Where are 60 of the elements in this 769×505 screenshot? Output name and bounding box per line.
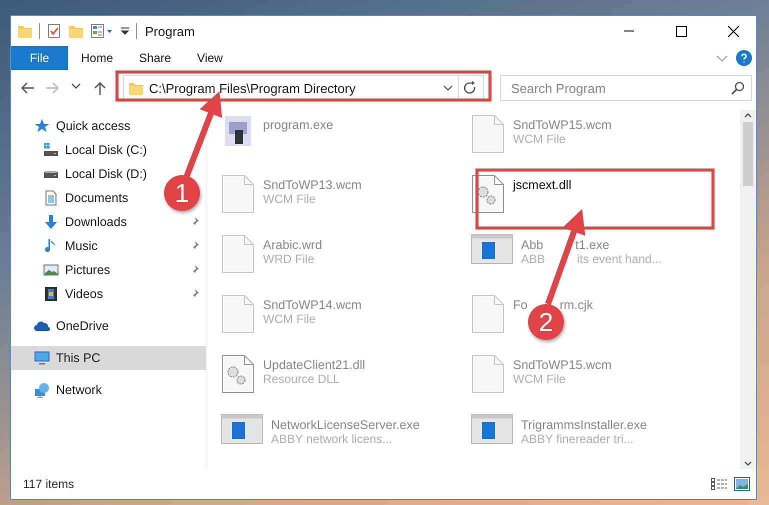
application-window-icon[interactable] <box>471 414 513 444</box>
back-icon <box>20 81 36 95</box>
ribbon-tab[interactable]: View <box>184 46 236 70</box>
help-icon[interactable] <box>736 50 752 66</box>
file-type: WCM File <box>513 132 566 146</box>
address-bar[interactable]: C:\Program Files\Program Directory <box>123 75 484 101</box>
picture-icon <box>43 262 59 278</box>
file-type: ABBY network licens... <box>271 432 392 446</box>
nav-item[interactable]: This PC <box>11 346 206 370</box>
nav-item[interactable]: Downloads <box>11 210 206 234</box>
nav-item[interactable]: Network <box>11 378 106 402</box>
search-icon <box>731 81 745 95</box>
nav-item[interactable]: Local Disk (D:) <box>11 162 151 186</box>
checklist-icon[interactable] <box>46 23 62 39</box>
file-type: WCM File <box>263 312 316 326</box>
window-title: Program <box>145 24 196 38</box>
file-name[interactable]: jscmext.dll <box>513 178 572 192</box>
large-icons-view-icon[interactable] <box>734 477 750 491</box>
ribbon-tab[interactable]: Home <box>68 46 126 70</box>
properties-icon[interactable] <box>90 23 114 39</box>
file-type: WCM File <box>513 372 566 386</box>
star-icon <box>34 118 50 134</box>
file-type: WCM File <box>263 192 316 206</box>
drive-icon <box>43 142 59 158</box>
details-view-icon[interactable] <box>710 477 728 491</box>
forward-icon <box>44 81 60 95</box>
maximize-icon <box>676 26 686 36</box>
nav-item[interactable]: Pictures <box>11 258 206 282</box>
settings-file-icon[interactable] <box>471 174 505 214</box>
file-type: WRD File <box>263 252 314 266</box>
application-window-icon[interactable] <box>471 234 513 264</box>
nav-item[interactable]: Local Disk (C:) <box>11 138 206 162</box>
scroll-thumb[interactable] <box>743 122 753 186</box>
download-arrow-icon <box>43 214 59 230</box>
application-window-icon[interactable] <box>221 414 263 444</box>
settings-file-icon[interactable] <box>221 354 255 394</box>
address-text: C:\Program Files\Program Directory <box>149 80 357 96</box>
file-tab[interactable]: File <box>11 46 68 70</box>
file-type: Resource DLL <box>263 372 340 386</box>
film-icon <box>43 286 59 302</box>
nav-item[interactable]: Music <box>11 234 206 258</box>
nav-item[interactable]: Documents <box>11 186 132 210</box>
nav-item[interactable]: Quick access <box>11 114 134 138</box>
refresh-icon <box>462 81 476 95</box>
dropdown-caret-icon[interactable] <box>443 83 453 93</box>
item-count: 117 items <box>23 477 76 491</box>
scrollbar[interactable] <box>740 110 756 469</box>
close-icon <box>728 26 738 36</box>
up-icon <box>93 81 107 95</box>
drive-icon <box>43 170 59 178</box>
file-type: ABB its event hand... <box>521 252 662 266</box>
document-icon <box>43 190 59 206</box>
network-icon <box>34 382 50 398</box>
file-type: ABBY finereader tri... <box>521 432 634 446</box>
nav-item[interactable]: Videos <box>11 282 206 306</box>
nav-item[interactable]: OneDrive <box>11 314 113 338</box>
monitor-icon <box>34 350 50 366</box>
search-field[interactable]: Search Program <box>500 75 752 101</box>
folder-icon <box>128 80 144 96</box>
ribbon-tab[interactable]: Share <box>126 46 184 70</box>
